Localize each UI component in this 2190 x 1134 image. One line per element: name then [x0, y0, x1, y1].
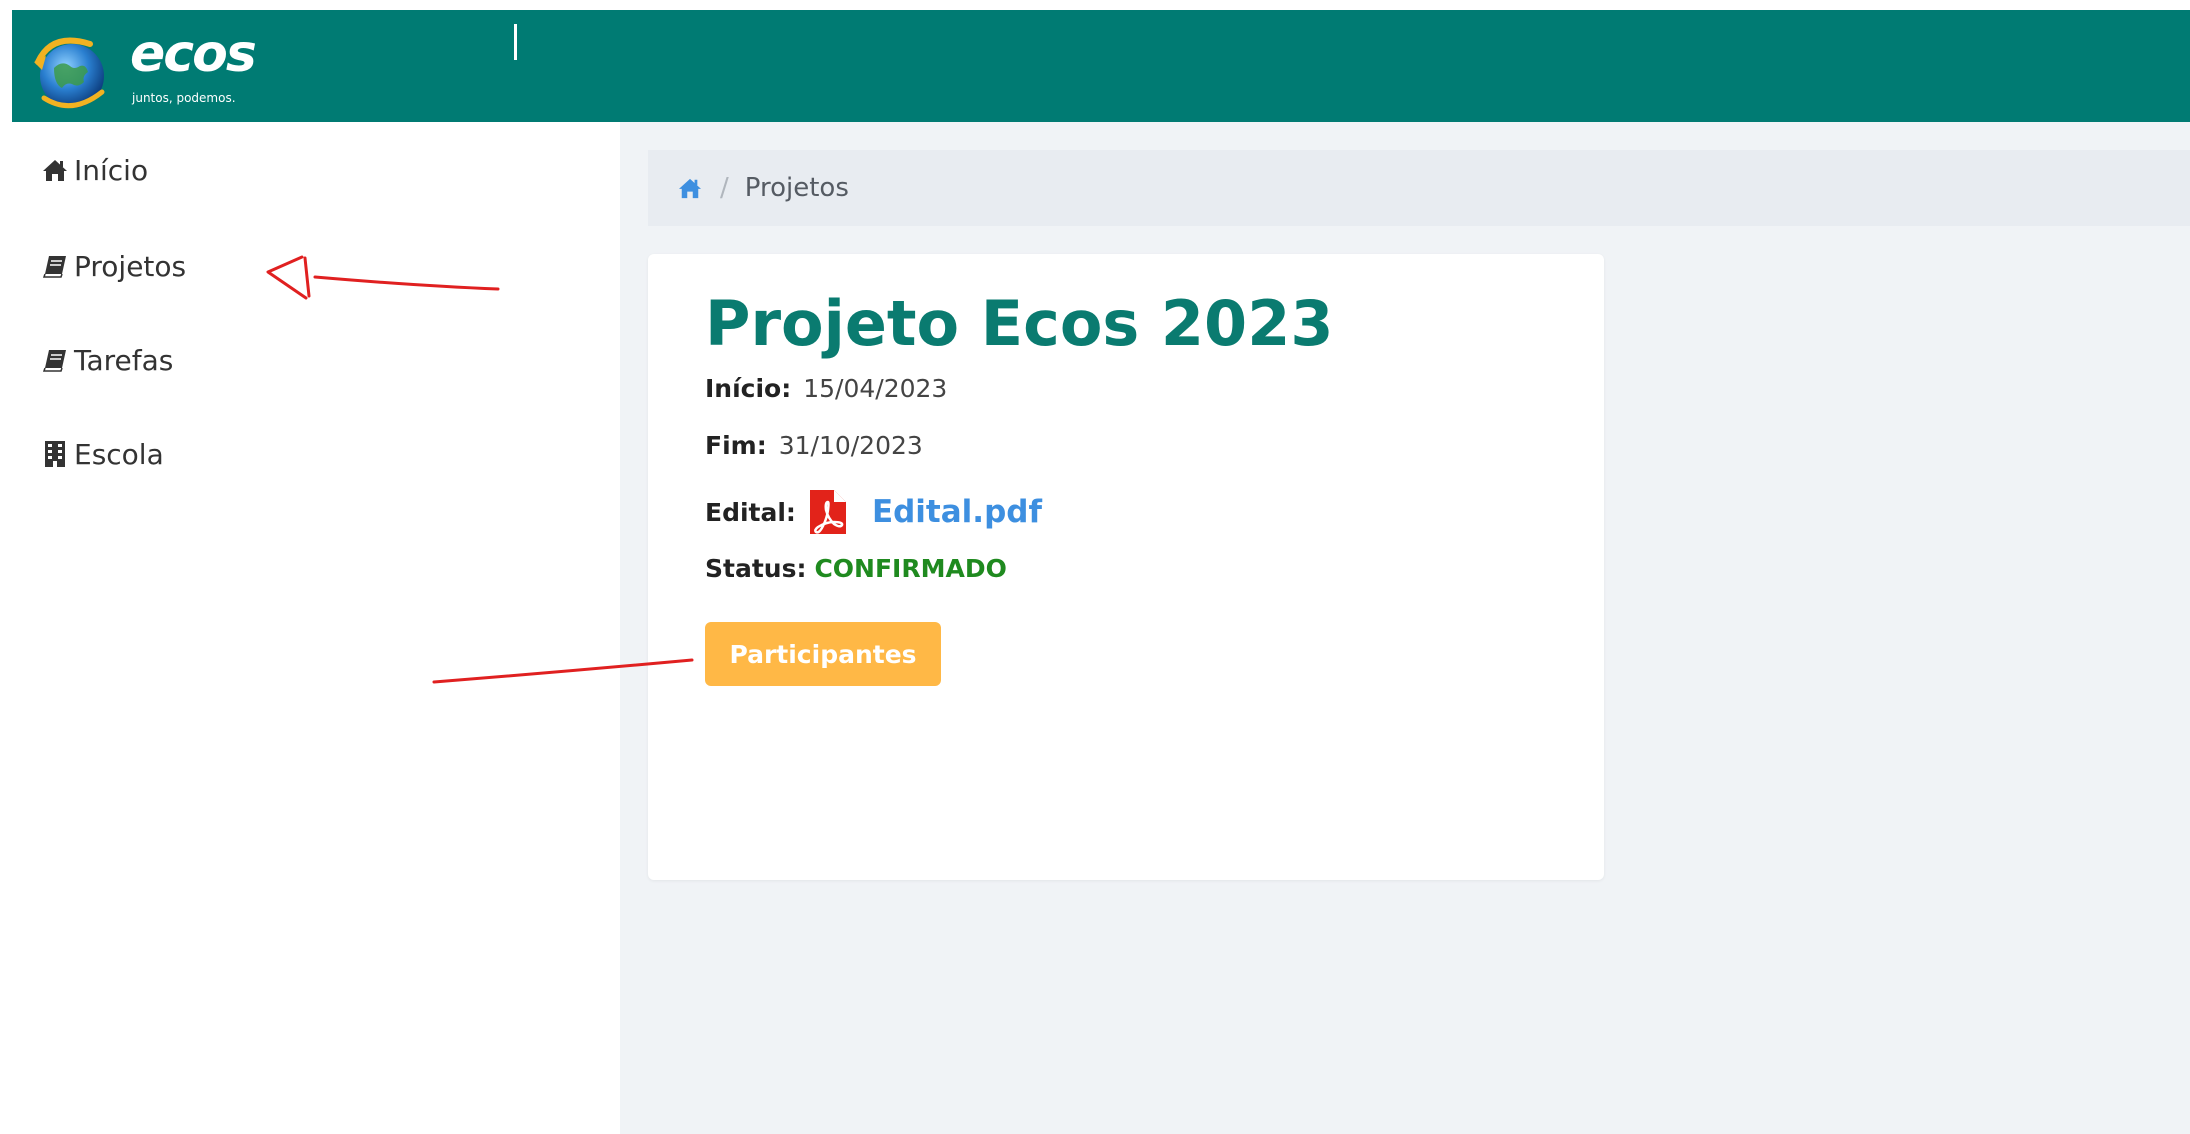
edital-row: Edital: Edital.pdf	[705, 488, 1042, 536]
globe-icon	[34, 37, 105, 109]
edital-label: Edital:	[705, 497, 796, 527]
status-row: Status: CONFIRMADO	[705, 554, 1007, 583]
sidebar-item-label: Início	[74, 153, 149, 187]
participants-button[interactable]: Participantes	[705, 622, 941, 686]
sidebar-item-label: Tarefas	[74, 343, 174, 377]
breadcrumb-current: Projetos	[744, 173, 849, 203]
main-content: / Projetos Projeto Ecos 2023 Início: 15/…	[620, 122, 2190, 1134]
book-icon	[40, 251, 70, 281]
project-card: Projeto Ecos 2023 Início: 15/04/2023 Fim…	[648, 254, 1604, 880]
start-date-row: Início: 15/04/2023	[705, 374, 947, 403]
end-date-row: Fim: 31/10/2023	[705, 431, 923, 460]
building-icon	[40, 439, 70, 469]
status-badge: CONFIRMADO	[814, 554, 1007, 583]
logo-tagline: juntos, podemos.	[132, 91, 236, 105]
breadcrumb: / Projetos	[648, 150, 2190, 226]
logo-text: ecos	[130, 24, 257, 84]
sidebar: Início Projetos Tarefas Escola	[12, 122, 620, 1134]
sidebar-item-tarefas[interactable]: Tarefas	[40, 338, 173, 382]
sidebar-item-escola[interactable]: Escola	[40, 432, 164, 476]
sidebar-item-label: Projetos	[74, 249, 187, 283]
end-date-label: Fim:	[705, 431, 767, 460]
sidebar-item-label: Escola	[74, 437, 164, 471]
start-date-label: Início:	[705, 374, 792, 403]
book-icon	[40, 345, 70, 375]
sidebar-item-projetos[interactable]: Projetos	[40, 244, 186, 288]
breadcrumb-separator: /	[720, 173, 729, 203]
header-divider	[514, 24, 517, 60]
sidebar-item-inicio[interactable]: Início	[40, 148, 148, 192]
top-header-bar: ecos juntos, podemos.	[12, 10, 2190, 122]
start-date-value: 15/04/2023	[803, 374, 948, 403]
home-icon	[40, 155, 70, 185]
ecos-logo[interactable]: ecos juntos, podemos.	[26, 18, 257, 114]
page-title: Projeto Ecos 2023	[705, 287, 1334, 360]
pdf-icon[interactable]	[808, 488, 848, 536]
status-label: Status:	[705, 554, 807, 583]
edital-pdf-link[interactable]: Edital.pdf	[872, 494, 1042, 530]
home-icon[interactable]	[676, 174, 704, 202]
end-date-value: 31/10/2023	[778, 431, 923, 460]
